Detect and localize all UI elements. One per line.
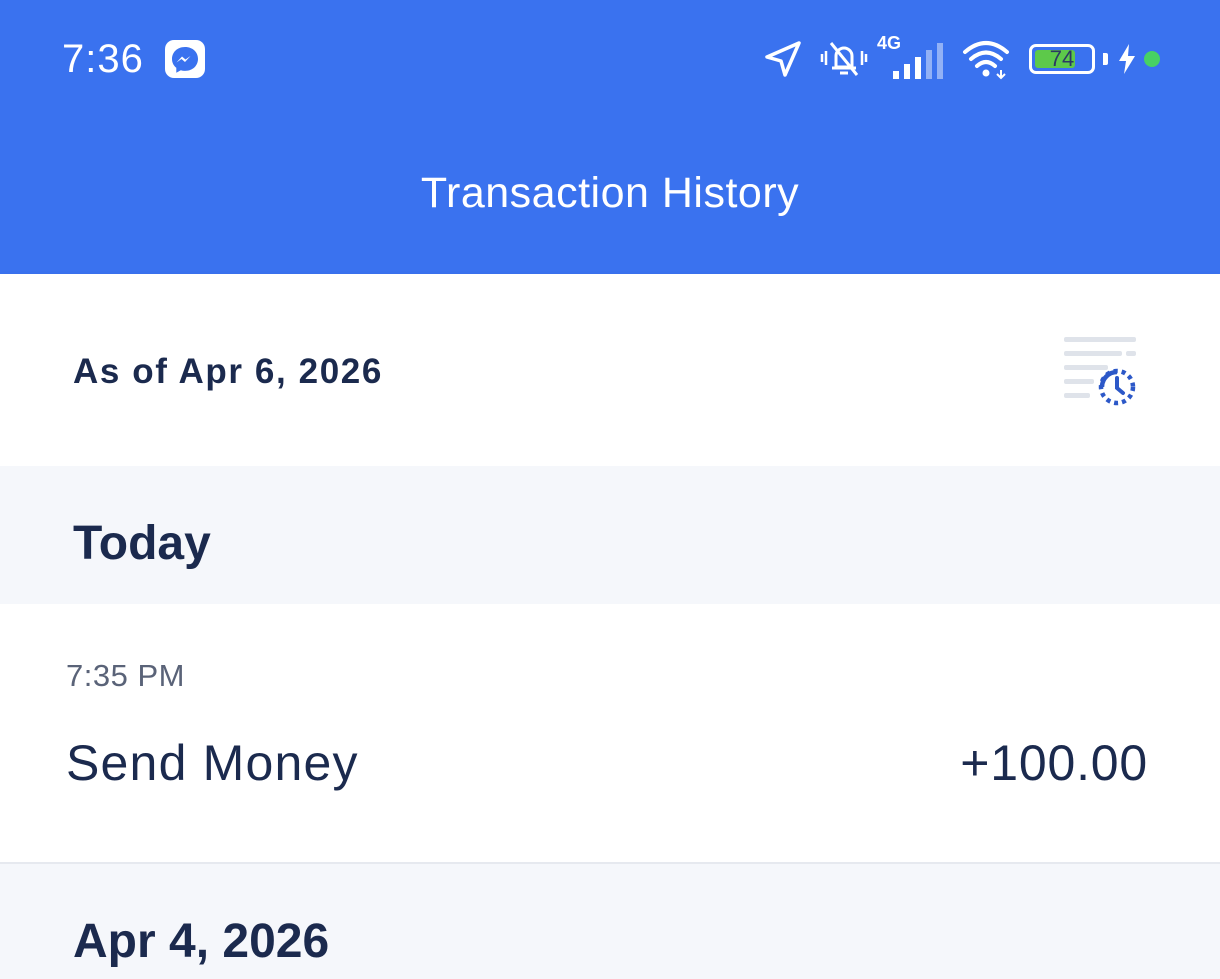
transaction-time: 7:35 PM — [66, 658, 185, 693]
navigation-arrow-icon — [763, 39, 819, 79]
section-title: Apr 4, 2026 — [73, 915, 330, 968]
section-header-today: Today — [0, 466, 1220, 604]
status-time: 7:36 — [62, 37, 144, 81]
status-icons: 4G 74 — [763, 33, 1160, 82]
transaction-type: Send Money — [66, 735, 359, 791]
battery-level: 74 — [1049, 46, 1075, 71]
wifi-icon — [961, 38, 1029, 80]
messenger-icon — [165, 40, 205, 78]
page-title: Transaction History — [420, 169, 800, 217]
as-of-date: As of Apr 6, 2026 — [73, 352, 383, 391]
green-dot-icon — [1144, 51, 1160, 67]
charging-bolt-icon — [1118, 44, 1144, 74]
battery-nub — [1103, 53, 1108, 65]
vibrate-mute-icon — [819, 37, 877, 81]
cell-signal-icon: 4G — [877, 33, 947, 81]
history-clock-icon[interactable] — [1060, 334, 1140, 408]
section-title: Today — [73, 517, 211, 570]
section-header-apr-4: Apr 4, 2026 — [0, 864, 1220, 979]
battery-icon: 74 — [1029, 44, 1095, 74]
transaction-amount: +100.00 — [960, 735, 1148, 791]
app-header: 7:36 4G 74 Transaction History — [0, 0, 1220, 274]
